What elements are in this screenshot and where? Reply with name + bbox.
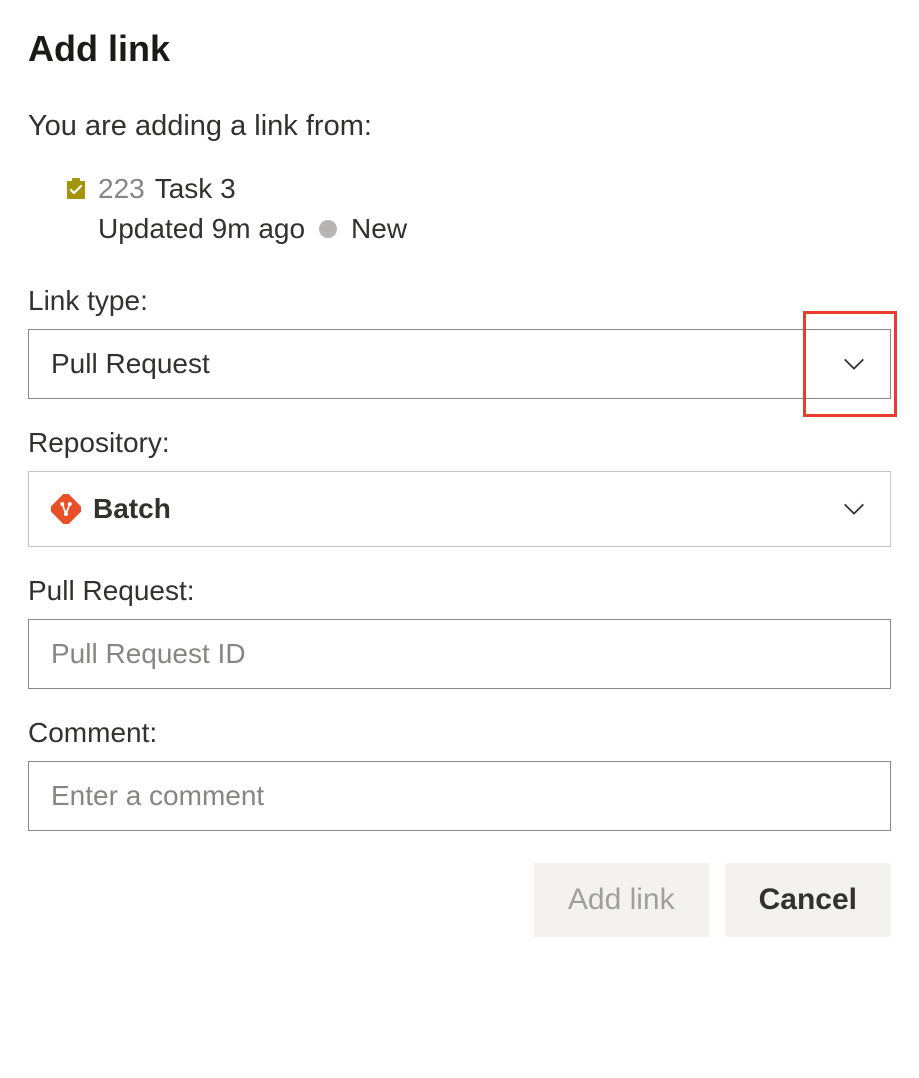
comment-label: Comment:	[28, 717, 891, 749]
link-type-label: Link type:	[28, 285, 891, 317]
dialog-title: Add link	[28, 28, 891, 70]
comment-input[interactable]	[28, 761, 891, 831]
cancel-button[interactable]: Cancel	[725, 863, 891, 937]
work-item-id: 223	[98, 173, 145, 205]
repository-select[interactable]: Batch	[28, 471, 891, 547]
chevron-down-icon	[840, 495, 868, 523]
repository-value: Batch	[93, 493, 171, 525]
chevron-down-icon	[840, 350, 868, 378]
git-repo-icon	[51, 494, 81, 524]
link-type-value: Pull Request	[51, 348, 210, 380]
dialog-subtitle: You are adding a link from:	[28, 110, 891, 143]
work-item-state: New	[351, 213, 407, 245]
repository-label: Repository:	[28, 427, 891, 459]
add-link-button[interactable]: Add link	[534, 863, 709, 937]
link-type-select[interactable]: Pull Request	[28, 329, 891, 399]
work-item-title: Task 3	[155, 173, 236, 205]
state-dot-icon	[319, 220, 337, 238]
task-icon	[64, 177, 88, 201]
work-item-summary: 223 Task 3 Updated 9m ago New	[28, 173, 891, 245]
pull-request-input[interactable]	[28, 619, 891, 689]
work-item-updated: Updated 9m ago	[98, 213, 305, 245]
pull-request-label: Pull Request:	[28, 575, 891, 607]
